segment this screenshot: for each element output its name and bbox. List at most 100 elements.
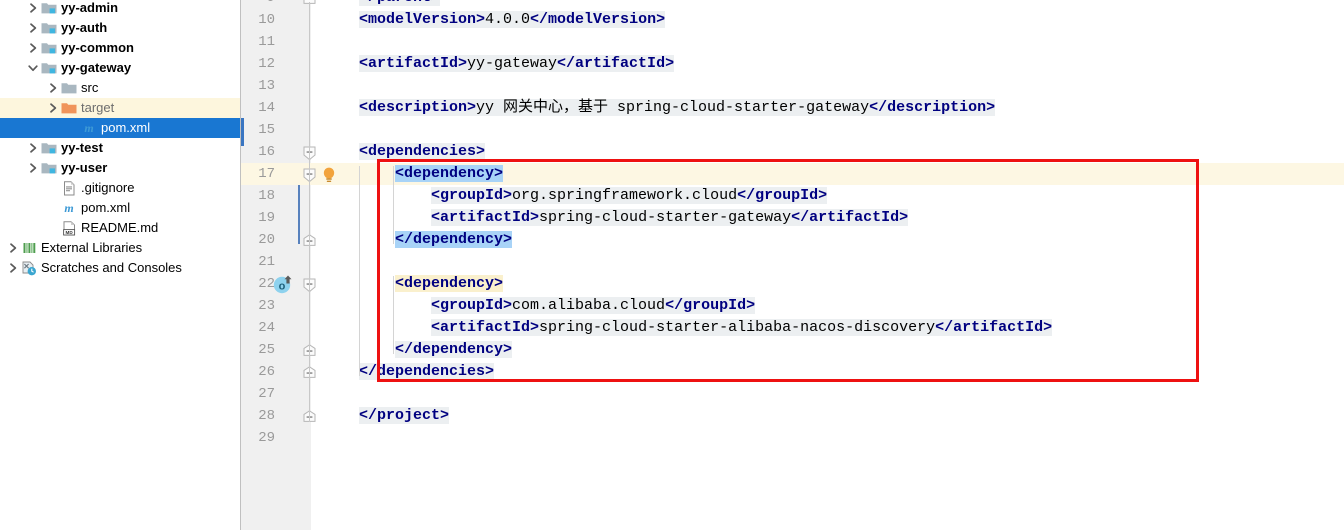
line-content[interactable]: <artifactId>spring-cloud-starter-gateway… — [359, 207, 909, 229]
code-token: com.alibaba.cloud — [512, 297, 666, 314]
line-content[interactable]: </project> — [359, 405, 450, 427]
code-line-21[interactable]: 21 — [241, 251, 1344, 273]
code-line-26[interactable]: 26 </dependencies> — [241, 361, 1344, 383]
chevron-right-icon — [29, 143, 36, 153]
lightbulb-intention-icon[interactable] — [321, 166, 337, 186]
code-token: <dependency> — [395, 165, 504, 182]
code-token: yy 网关中心，基于 spring-cloud-starter-gateway — [476, 99, 870, 116]
project-tool-window[interactable]: yy-admin yy-auth yy-common yy-gateway src tar… — [0, 0, 241, 530]
line-number: 9 — [241, 0, 275, 9]
line-content[interactable]: </dependency> — [359, 229, 513, 251]
markdown-file-icon: MD — [60, 220, 78, 236]
code-line-17[interactable]: 17 <dependency> — [241, 163, 1344, 185]
line-number: 27 — [258, 386, 275, 402]
module-folder-icon — [40, 141, 58, 155]
code-line-12[interactable]: 12 <artifactId>yy-gateway</artifactId> — [241, 53, 1344, 75]
tree-item-external-libraries[interactable]: External Libraries — [0, 238, 240, 258]
tree-item-readme-md[interactable]: MD README.md — [0, 218, 240, 238]
line-number: 23 — [258, 298, 275, 314]
chevron-right-icon[interactable] — [26, 23, 40, 33]
libraries-icon — [20, 241, 38, 255]
vcs-update-icon[interactable]: o — [272, 273, 294, 295]
svg-text:m: m — [64, 201, 73, 215]
tree-item-yy-user[interactable]: yy-user — [0, 158, 240, 178]
tree-item-yy-test[interactable]: yy-test — [0, 138, 240, 158]
code-token: </groupId> — [665, 297, 756, 314]
chevron-right-icon[interactable] — [26, 3, 40, 13]
code-line-27[interactable]: 27 — [241, 383, 1344, 405]
code-line-13[interactable]: 13 — [241, 75, 1344, 97]
line-content[interactable]: <description>yy 网关中心，基于 spring-cloud-sta… — [359, 97, 996, 119]
code-line-29[interactable]: 29 — [241, 427, 1344, 449]
chevron-right-icon[interactable] — [6, 243, 20, 253]
code-line-22[interactable]: 22 <dependency> — [241, 273, 1344, 295]
line-content[interactable]: </dependencies> — [359, 361, 495, 383]
line-content[interactable]: <dependency> — [359, 273, 504, 295]
code-token: <dependency> — [395, 275, 504, 292]
chevron-right-icon[interactable] — [26, 163, 40, 173]
code-line-24[interactable]: 24 <artifactId>spring-cloud-starter-alib… — [241, 317, 1344, 339]
code-line-15[interactable]: 15 — [241, 119, 1344, 141]
code-line-23[interactable]: 23 <groupId>com.alibaba.cloud</groupId> — [241, 295, 1344, 317]
tree-item-pom-xml[interactable]: m pom.xml — [0, 198, 240, 218]
tree-item-src[interactable]: src — [0, 78, 240, 98]
chevron-right-icon[interactable] — [26, 143, 40, 153]
code-line-14[interactable]: 14 <description>yy 网关中心，基于 spring-cloud-s… — [241, 97, 1344, 119]
code-line-9[interactable]: 9 </parent> — [241, 0, 1344, 9]
line-content[interactable]: <dependencies> — [359, 141, 486, 163]
tree-item-yy-common[interactable]: yy-common — [0, 38, 240, 58]
code-line-16[interactable]: 16 <dependencies> — [241, 141, 1344, 163]
code-line-11[interactable]: 11 — [241, 31, 1344, 53]
tree-item-yy-admin[interactable]: yy-admin — [0, 0, 240, 18]
tree-item-yy-auth[interactable]: yy-auth — [0, 18, 240, 38]
chevron-down-icon — [28, 64, 38, 71]
code-token: 4.0.0 — [485, 11, 531, 28]
tree-item-label: yy-common — [61, 40, 134, 55]
code-token: </dependencies> — [359, 363, 495, 380]
line-number: 22 — [258, 276, 275, 292]
project-tree[interactable]: yy-admin yy-auth yy-common yy-gateway src tar… — [0, 0, 240, 278]
svg-text:o: o — [279, 281, 286, 293]
code-line-18[interactable]: 18 <groupId>org.springframework.cloud</g… — [241, 185, 1344, 207]
line-content[interactable]: </dependency> — [359, 339, 513, 361]
tree-item-target[interactable]: target — [0, 98, 240, 118]
chevron-right-icon — [29, 43, 36, 53]
code-line-10[interactable]: 10 <modelVersion>4.0.0</modelVersion> — [241, 9, 1344, 31]
excluded-folder-icon — [60, 101, 78, 115]
line-content[interactable]: <groupId>org.springframework.cloud</grou… — [359, 185, 828, 207]
folder-icon — [60, 81, 78, 95]
tree-item-scratches-and-consoles[interactable]: Scratches and Consoles — [0, 258, 240, 278]
line-number: 19 — [258, 210, 275, 226]
code-token: <modelVersion> — [359, 11, 486, 28]
line-content[interactable]: <artifactId>spring-cloud-starter-alibaba… — [359, 317, 1053, 339]
chevron-right-icon[interactable] — [46, 103, 60, 113]
module-folder-icon — [40, 1, 58, 15]
chevron-right-icon[interactable] — [6, 263, 20, 273]
chevron-down-icon[interactable] — [26, 64, 40, 73]
line-content[interactable]: <groupId>com.alibaba.cloud</groupId> — [359, 295, 756, 317]
code-line-20[interactable]: 20 </dependency> — [241, 229, 1344, 251]
ide-window: yy-admin yy-auth yy-common yy-gateway src tar… — [0, 0, 1344, 530]
tree-item-label: yy-user — [61, 160, 108, 175]
indent-guide — [393, 276, 394, 354]
line-number: 13 — [258, 78, 275, 94]
code-line-28[interactable]: 28 </project> — [241, 405, 1344, 427]
line-content[interactable]: <modelVersion>4.0.0</modelVersion> — [359, 9, 666, 31]
tree-item-pom-xml[interactable]: m pom.xml — [0, 118, 240, 138]
code-editor[interactable]: 9 </parent> 10 <modelVersion>4.0.0</modelVe… — [241, 0, 1344, 530]
chevron-right-icon[interactable] — [26, 43, 40, 53]
line-number: 24 — [258, 320, 275, 336]
tree-item-yy-gateway[interactable]: yy-gateway — [0, 58, 240, 78]
line-content[interactable]: <artifactId>yy-gateway</artifactId> — [359, 53, 675, 75]
code-token: <groupId> — [431, 187, 513, 204]
line-content[interactable]: </parent> — [359, 0, 441, 9]
code-line-25[interactable]: 25 </dependency> — [241, 339, 1344, 361]
chevron-right-icon[interactable] — [46, 83, 60, 93]
code-line-19[interactable]: 19 <artifactId>spring-cloud-starter-gate… — [241, 207, 1344, 229]
line-content[interactable]: <dependency> — [359, 163, 504, 185]
tree-item-gitignore[interactable]: .gitignore — [0, 178, 240, 198]
code-token: </artifactId> — [557, 55, 675, 72]
